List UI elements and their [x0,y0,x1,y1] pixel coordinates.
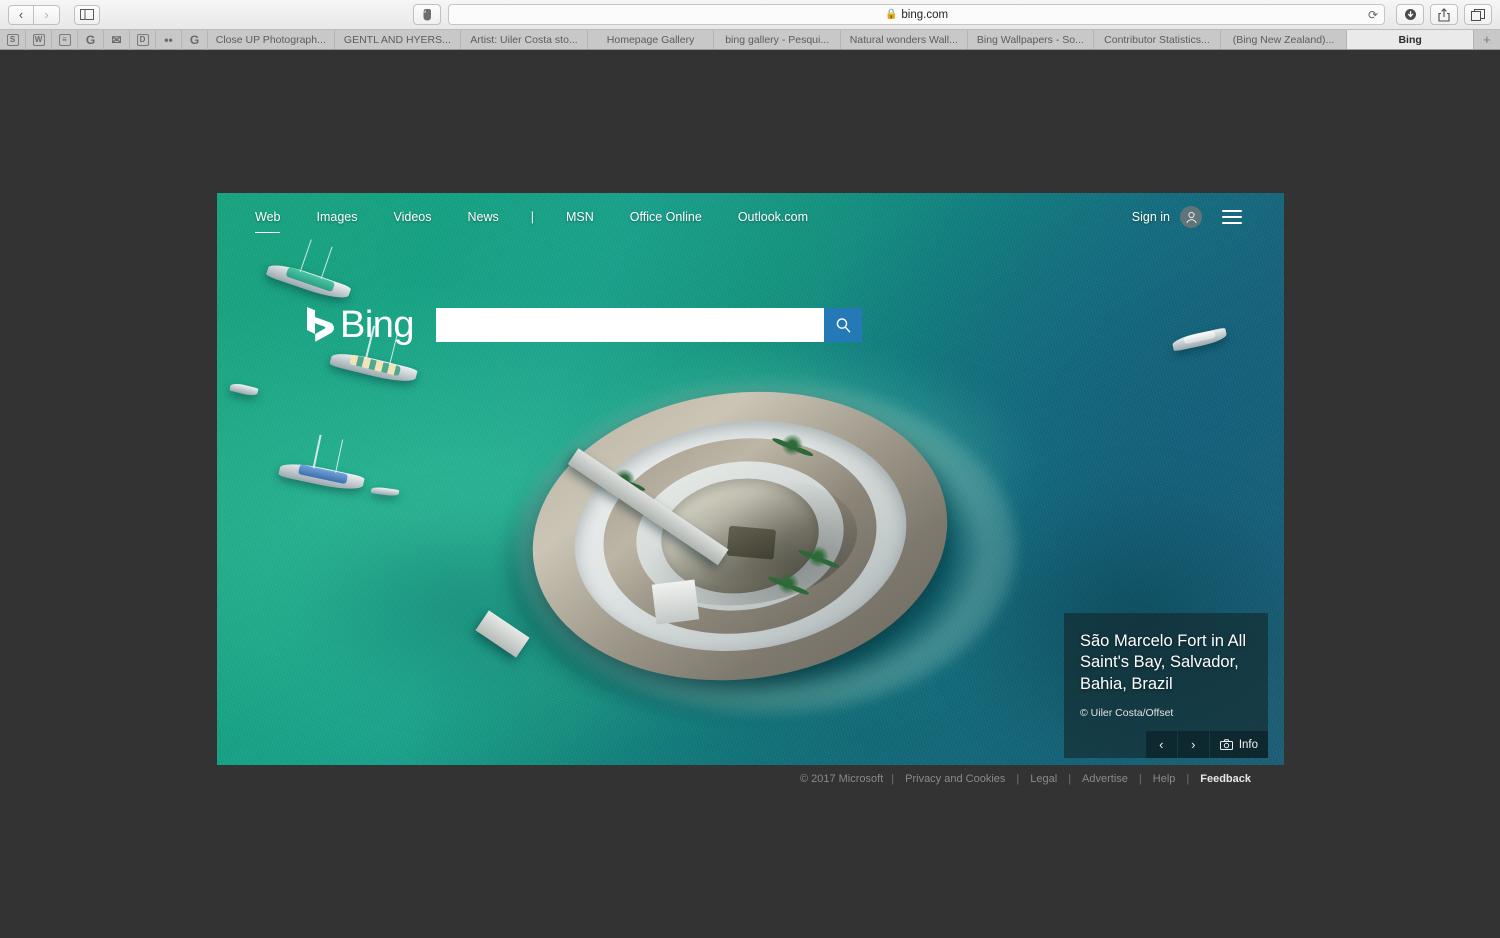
browser-tab[interactable]: Artist: Uiler Costa sto... [461,30,588,49]
palm-tree [803,542,833,572]
address-bar[interactable]: 🔒 bing.com ⟳ [448,4,1385,25]
share-button[interactable] [1430,4,1458,25]
next-image-button[interactable]: › [1177,731,1209,758]
footer-link-legal[interactable]: Legal [1019,773,1068,785]
favorite-w[interactable]: W [26,29,52,50]
browser-tab[interactable]: GENTL AND HYERS... [335,30,462,49]
image-credit: © Uiler Costa/Offset [1080,707,1174,719]
favorite-stack-icon[interactable]: ≡ [52,29,78,50]
favorite-dots-icon[interactable]: •• [156,29,182,50]
downloads-button[interactable] [1396,4,1424,25]
browser-tab[interactable]: Homepage Gallery [588,30,715,49]
elephant-glyph [423,8,431,20]
favorite-dots-label: •• [164,32,173,47]
nav-link-news[interactable]: News [449,210,516,224]
google-g-label-2: G [189,32,200,47]
image-info-button[interactable]: Info [1209,731,1268,758]
bing-nav-right: Sign in [1132,206,1242,228]
search-magnifier-icon [836,317,851,333]
user-avatar-icon[interactable] [1180,206,1202,228]
share-box-icon [1438,7,1450,22]
url-text: bing.com [901,8,949,21]
nav-link-msn[interactable]: MSN [548,210,612,224]
nav-link-office-online[interactable]: Office Online [612,210,720,224]
hamburger-line [1222,216,1242,218]
browser-chrome: ‹ › 🔒 bing.com ⟳ S W ≡ G ✉ D •• G Close … [0,0,1500,50]
tab-overview-button[interactable] [1464,4,1492,25]
gmail-envelope-label: ✉ [111,32,122,47]
lock-icon: 🔒 [884,9,898,20]
image-info-card: São Marcelo Fort in All Saint's Bay, Sal… [1064,612,1268,758]
favorite-google-icon-2[interactable]: G [182,29,208,50]
nav-link-outlook[interactable]: Outlook.com [720,210,826,224]
camera-icon [1219,739,1233,750]
fort-gatehouse [652,579,700,625]
browser-tab[interactable]: Close UP Photograph... [208,30,335,49]
hamburger-line [1222,222,1242,224]
browser-tab[interactable]: Bing Wallpapers - So... [968,30,1095,49]
image-card-actions: ‹ › Info [1080,731,1268,758]
sidebar-glyph [80,9,94,20]
palm-tree [777,430,807,460]
footer-link-feedback[interactable]: Feedback [1189,773,1262,785]
browser-tab[interactable]: (Bing New Zealand)... [1221,30,1348,49]
nav-link-web[interactable]: Web [255,210,298,233]
browser-tab[interactable]: bing gallery - Pesqui... [714,30,841,49]
browser-tab-active[interactable]: Bing [1347,30,1474,49]
new-tab-button[interactable]: + [1474,30,1500,49]
search-input[interactable] [436,308,825,342]
forward-button[interactable]: › [34,4,60,25]
bing-b-logo-icon [307,307,334,342]
image-title: São Marcelo Fort in All Saint's Bay, Sal… [1080,631,1246,694]
bing-nav-links: Web Images Videos News | MSN Office Onli… [255,210,826,233]
favorite-d-label: D [136,33,149,46]
previous-image-button[interactable]: ‹ [1145,731,1177,758]
favorite-w-label: W [32,33,45,46]
browser-tab[interactable]: Contributor Statistics... [1094,30,1221,49]
footer-link-help[interactable]: Help [1142,773,1187,785]
favorite-s[interactable]: S [0,29,26,50]
favorite-google-icon[interactable]: G [78,29,104,50]
footer-copyright: © 2017 Microsoft [799,773,884,785]
footer-link-advertise[interactable]: Advertise [1071,773,1139,785]
nav-separator: | [530,210,534,224]
back-button[interactable]: ‹ [8,4,34,25]
favorite-s-label: S [6,33,19,46]
bing-logo[interactable]: Bing [305,304,415,346]
image-info-button-label: Info [1238,738,1258,751]
sidebar-icon[interactable] [74,4,100,25]
page-background: Web Images Videos News | MSN Office Onli… [0,50,1500,938]
tab-bar: S W ≡ G ✉ D •• G Close UP Photograph... … [0,29,1500,50]
navigation-buttons: ‹ › [8,4,60,25]
reload-icon[interactable]: ⟳ [1368,8,1378,22]
palm-tree [773,569,803,599]
nav-link-images[interactable]: Images [298,210,375,224]
bookmarks-bar: S W ≡ G ✉ D •• G [0,29,208,50]
toolbar-right-buttons [1396,4,1492,25]
favorite-gmail-icon[interactable]: ✉ [104,29,130,50]
google-g-label: G [85,32,96,47]
sign-in-link[interactable]: Sign in [1132,210,1170,224]
avatar-person-glyph [1185,211,1197,223]
browser-toolbar: ‹ › 🔒 bing.com ⟳ [0,0,1500,30]
bing-footer: © 2017 Microsoft | Privacy and Cookies |… [0,773,1500,785]
search-submit-button[interactable] [824,308,863,342]
tab-overview-icon [1471,8,1485,21]
favorite-stack-label: ≡ [58,33,71,46]
nav-link-videos[interactable]: Videos [375,210,449,224]
bing-homepage-hero-image[interactable]: Web Images Videos News | MSN Office Onli… [217,193,1284,765]
browser-tab[interactable]: Natural wonders Wall... [841,30,968,49]
favorite-d[interactable]: D [130,29,156,50]
bing-wordmark: Bing [340,304,415,346]
hamburger-menu-icon[interactable] [1222,210,1242,224]
hamburger-line [1222,210,1242,212]
bing-top-navigation: Web Images Videos News | MSN Office Onli… [217,193,1284,241]
sao-marcelo-fort [515,368,964,704]
download-arrow-icon [1404,9,1416,20]
bing-search-row: Bing [305,304,863,346]
footer-link-privacy[interactable]: Privacy and Cookies [894,773,1016,785]
evernote-elephant-icon[interactable] [413,4,441,25]
